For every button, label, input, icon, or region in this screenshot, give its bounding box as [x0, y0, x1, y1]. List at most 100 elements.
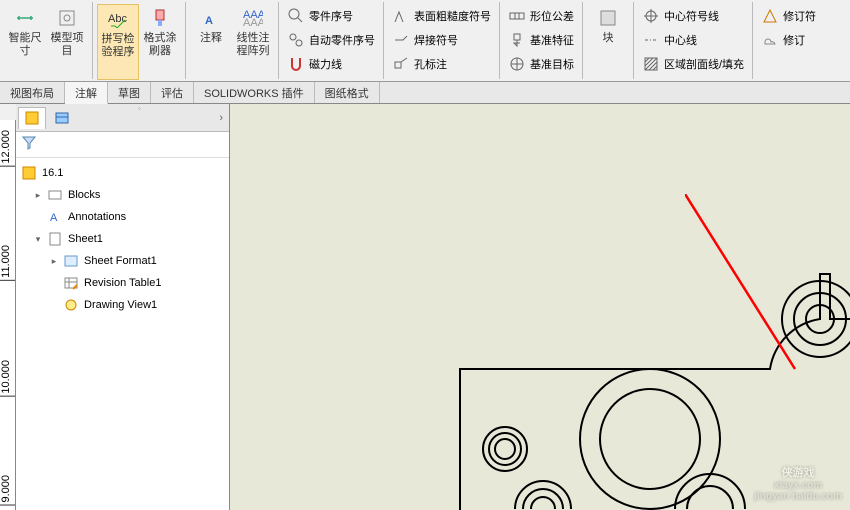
- drawing-icon: [20, 164, 38, 182]
- funnel-icon[interactable]: [22, 136, 36, 153]
- expand-icon[interactable]: ▸: [48, 255, 60, 267]
- block-button[interactable]: 块: [587, 4, 629, 80]
- smart-dimension-button[interactable]: 智能尺寸: [4, 4, 46, 80]
- tab-annotation[interactable]: 注解: [65, 82, 108, 104]
- ribbon-group-annotation: A 注释 AAAAAA 线性注程阵列: [186, 2, 279, 79]
- area-hatch-button[interactable]: 区域剖面线/填充: [638, 52, 748, 76]
- tree-root[interactable]: 16.1: [16, 162, 229, 184]
- label: 线性注程阵列: [234, 32, 272, 58]
- label: 焊接符号: [414, 32, 458, 48]
- datum-target-button[interactable]: 基准目标: [504, 52, 578, 76]
- balloon-button[interactable]: 零件序号: [283, 4, 379, 28]
- panel-handle-icon: ◦: [138, 104, 146, 112]
- document-tabs: 视图布局 注解 草图 评估 SOLIDWORKS 插件 图纸格式: [0, 82, 850, 104]
- ruler-tick: 11.000: [0, 245, 15, 281]
- feature-manager-panel: ◦ › 16.1 ▸Blocks A Annotations ▾Sheet1 ▸ S…: [16, 104, 230, 510]
- ribbon-group-datum: 形位公差 基准特征 基准目标: [500, 2, 583, 79]
- ruler-tick: 9.000: [0, 475, 15, 506]
- tree-revision-table[interactable]: Revision Table1: [16, 272, 229, 294]
- watermark-url: xiayx.com: [754, 480, 842, 491]
- tab-view-layout[interactable]: 视图布局: [0, 82, 65, 103]
- tree-annotations[interactable]: A Annotations: [16, 206, 229, 228]
- tab-evaluate[interactable]: 评估: [151, 82, 194, 103]
- annotations-icon: A: [46, 208, 64, 226]
- tree-sheet[interactable]: ▾Sheet1: [16, 228, 229, 250]
- format-painter-button[interactable]: 格式涂刷器: [139, 4, 181, 80]
- painter-icon: [148, 6, 172, 30]
- label: 16.1: [42, 167, 63, 179]
- sidebar-chevron-icon[interactable]: ›: [215, 112, 227, 124]
- label: 基准特征: [530, 32, 574, 48]
- ruler-tick: 10.000: [0, 360, 15, 397]
- note-icon: A: [199, 6, 223, 30]
- ribbon-group-revision: 修订符 修订: [753, 2, 824, 79]
- geo-tolerance-button[interactable]: 形位公差: [504, 4, 578, 28]
- label: 智能尺寸: [6, 32, 44, 58]
- label: Revision Table1: [84, 277, 161, 289]
- model-items-icon: [55, 6, 79, 30]
- datum-feature-button[interactable]: 基准特征: [504, 28, 578, 52]
- ribbon-group-balloons: 零件序号 自动零件序号 磁力线: [279, 2, 384, 79]
- tree-drawing-view[interactable]: Drawing View1: [16, 294, 229, 316]
- tab-sketch[interactable]: 草图: [108, 82, 151, 103]
- label: 磁力线: [309, 56, 342, 72]
- expand-icon[interactable]: ▸: [32, 189, 44, 201]
- tolerance-icon: [508, 7, 526, 25]
- drawing-canvas[interactable]: 侠游戏 xiayx.com jingyan baidu.com: [230, 104, 850, 510]
- vertical-ruler: 12.000 11.000 10.000 9.000: [0, 120, 16, 510]
- weld-icon: [392, 31, 410, 49]
- cloud-icon: [761, 31, 779, 49]
- pattern-icon: AAAAAA: [241, 6, 265, 30]
- format-icon: [62, 252, 80, 270]
- magnet-icon: [287, 55, 305, 73]
- ruler-tick: 12.000: [0, 130, 15, 167]
- tree-blocks[interactable]: ▸Blocks: [16, 184, 229, 206]
- auto-balloon-button[interactable]: 自动零件序号: [283, 28, 379, 52]
- collapse-icon[interactable]: ▾: [32, 233, 44, 245]
- spell-check-button[interactable]: Abc 拼写检验程序: [97, 4, 139, 80]
- label: 区域剖面线/填充: [664, 56, 744, 72]
- hole-callout-button[interactable]: 孔标注: [388, 52, 495, 76]
- main-area: ◦ › 16.1 ▸Blocks A Annotations ▾Sheet1 ▸ S…: [16, 104, 850, 510]
- auto-balloon-icon: [287, 31, 305, 49]
- svg-text:Abc: Abc: [108, 13, 127, 25]
- blocks-icon: [46, 186, 64, 204]
- tree-sheet-format[interactable]: ▸ Sheet Format1: [16, 250, 229, 272]
- triangle-icon: [761, 7, 779, 25]
- magnetic-line-button[interactable]: 磁力线: [283, 52, 379, 76]
- ribbon-group-dimensions: 智能尺寸 模型项目: [0, 2, 93, 79]
- ribbon-group-format: Abc 拼写检验程序 格式涂刷器: [93, 2, 186, 79]
- feature-tree: 16.1 ▸Blocks A Annotations ▾Sheet1 ▸ Sheet…: [16, 158, 229, 510]
- label: 自动零件序号: [309, 32, 375, 48]
- label: 基准目标: [530, 56, 574, 72]
- svg-text:A: A: [205, 15, 213, 27]
- label: 表面粗糙度符号: [414, 8, 491, 24]
- tab-addins[interactable]: SOLIDWORKS 插件: [194, 82, 315, 103]
- label: Annotations: [68, 211, 126, 223]
- property-tab[interactable]: [48, 107, 76, 129]
- feature-tree-tab[interactable]: [18, 107, 46, 129]
- tab-sheet-format[interactable]: 图纸格式: [315, 82, 380, 103]
- datum-icon: [508, 31, 526, 49]
- linear-pattern-button[interactable]: AAAAAA 线性注程阵列: [232, 4, 274, 80]
- svg-text:AAA: AAA: [243, 17, 263, 28]
- label: 模型项目: [48, 32, 86, 58]
- sidebar-tabs: ◦ ›: [16, 104, 229, 132]
- note-button[interactable]: A 注释: [190, 4, 232, 80]
- filter-bar: [16, 132, 229, 158]
- label: 注释: [200, 32, 222, 45]
- hole-icon: [392, 55, 410, 73]
- model-items-button[interactable]: 模型项目: [46, 4, 88, 80]
- weld-symbol-button[interactable]: 焊接符号: [388, 28, 495, 52]
- ribbon-group-symbols: 表面粗糙度符号 焊接符号 孔标注: [384, 2, 500, 79]
- revision-cloud-button[interactable]: 修订: [757, 28, 820, 52]
- label: 拼写检验程序: [100, 33, 136, 59]
- centerline-button[interactable]: 中心线: [638, 28, 748, 52]
- label: 修订: [783, 32, 805, 48]
- center-mark-button[interactable]: 中心符号线: [638, 4, 748, 28]
- label: 中心线: [664, 32, 697, 48]
- revision-symbol-button[interactable]: 修订符: [757, 4, 820, 28]
- surface-finish-button[interactable]: 表面粗糙度符号: [388, 4, 495, 28]
- label: Sheet Format1: [84, 255, 157, 267]
- surface-icon: [392, 7, 410, 25]
